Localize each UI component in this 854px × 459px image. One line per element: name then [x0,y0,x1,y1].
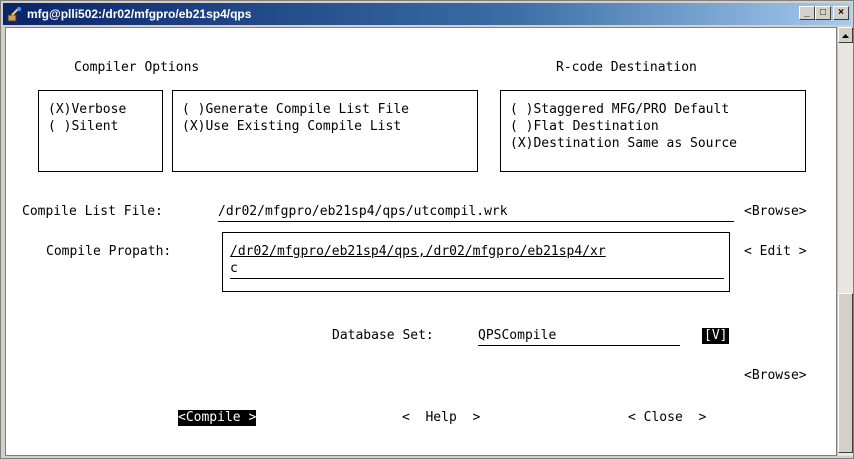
verbose-radio[interactable]: (X)Verbose [48,102,126,118]
scroll-thumb[interactable] [838,293,853,453]
browse-button-list[interactable]: <Browse> [744,204,807,220]
terminal-screen: Compiler Options R-code Destination (X)V… [5,27,837,456]
use-existing-list-radio[interactable]: (X)Use Existing Compile List [182,119,401,135]
database-set-dropdown[interactable]: [V] [702,328,730,344]
close-button[interactable]: × [833,6,849,20]
compile-button[interactable]: <Compile > [178,410,257,426]
flat-destination-radio[interactable]: ( )Flat Destination [510,119,659,135]
compile-list-file-label: Compile List File: [22,204,163,219]
help-button[interactable]: < Help > [402,410,480,426]
browse-button-db[interactable]: <Browse> [744,368,807,384]
compile-list-file-underline [218,221,734,222]
compile-propath-label: Compile Propath: [46,244,172,259]
database-set-underline [478,345,680,346]
compile-propath-underline [230,278,724,279]
compile-list-file-input[interactable]: /dr02/mfgpro/eb21sp4/qps/utcompil.wrk [218,204,508,220]
compiler-options-header: Compiler Options [74,60,200,75]
staggered-radio[interactable]: ( )Staggered MFG/PRO Default [510,102,729,118]
silent-radio[interactable]: ( )Silent [48,119,118,135]
scroll-up-button[interactable] [838,27,853,43]
terminal-window: mfg@plli502:/dr02/mfgpro/eb21sp4/qps _ □… [0,0,854,459]
database-set-label: Database Set: [332,328,434,343]
minimize-button[interactable]: _ [799,6,815,20]
close-action-button[interactable]: < Close > [628,410,706,426]
vertical-scrollbar[interactable] [837,27,853,456]
rcode-destination-header: R-code Destination [556,60,697,75]
compile-propath-box [222,232,730,292]
maximize-button[interactable]: □ [815,6,831,20]
compile-propath-input-line2[interactable]: c [230,261,238,277]
title-bar: mfg@plli502:/dr02/mfgpro/eb21sp4/qps _ □… [3,3,851,25]
generate-list-radio[interactable]: ( )Generate Compile List File [182,102,409,118]
edit-button[interactable]: < Edit > [744,244,807,260]
scroll-up-arrow-icon [842,34,849,38]
database-set-input[interactable]: QPSCompile [478,328,556,344]
same-as-source-radio[interactable]: (X)Destination Same as Source [510,136,737,152]
terminal-app-icon [7,7,21,22]
window-title: mfg@plli502:/dr02/mfgpro/eb21sp4/qps [27,7,252,21]
compile-propath-input[interactable]: /dr02/mfgpro/eb21sp4/qps,/dr02/mfgpro/eb… [230,244,606,260]
